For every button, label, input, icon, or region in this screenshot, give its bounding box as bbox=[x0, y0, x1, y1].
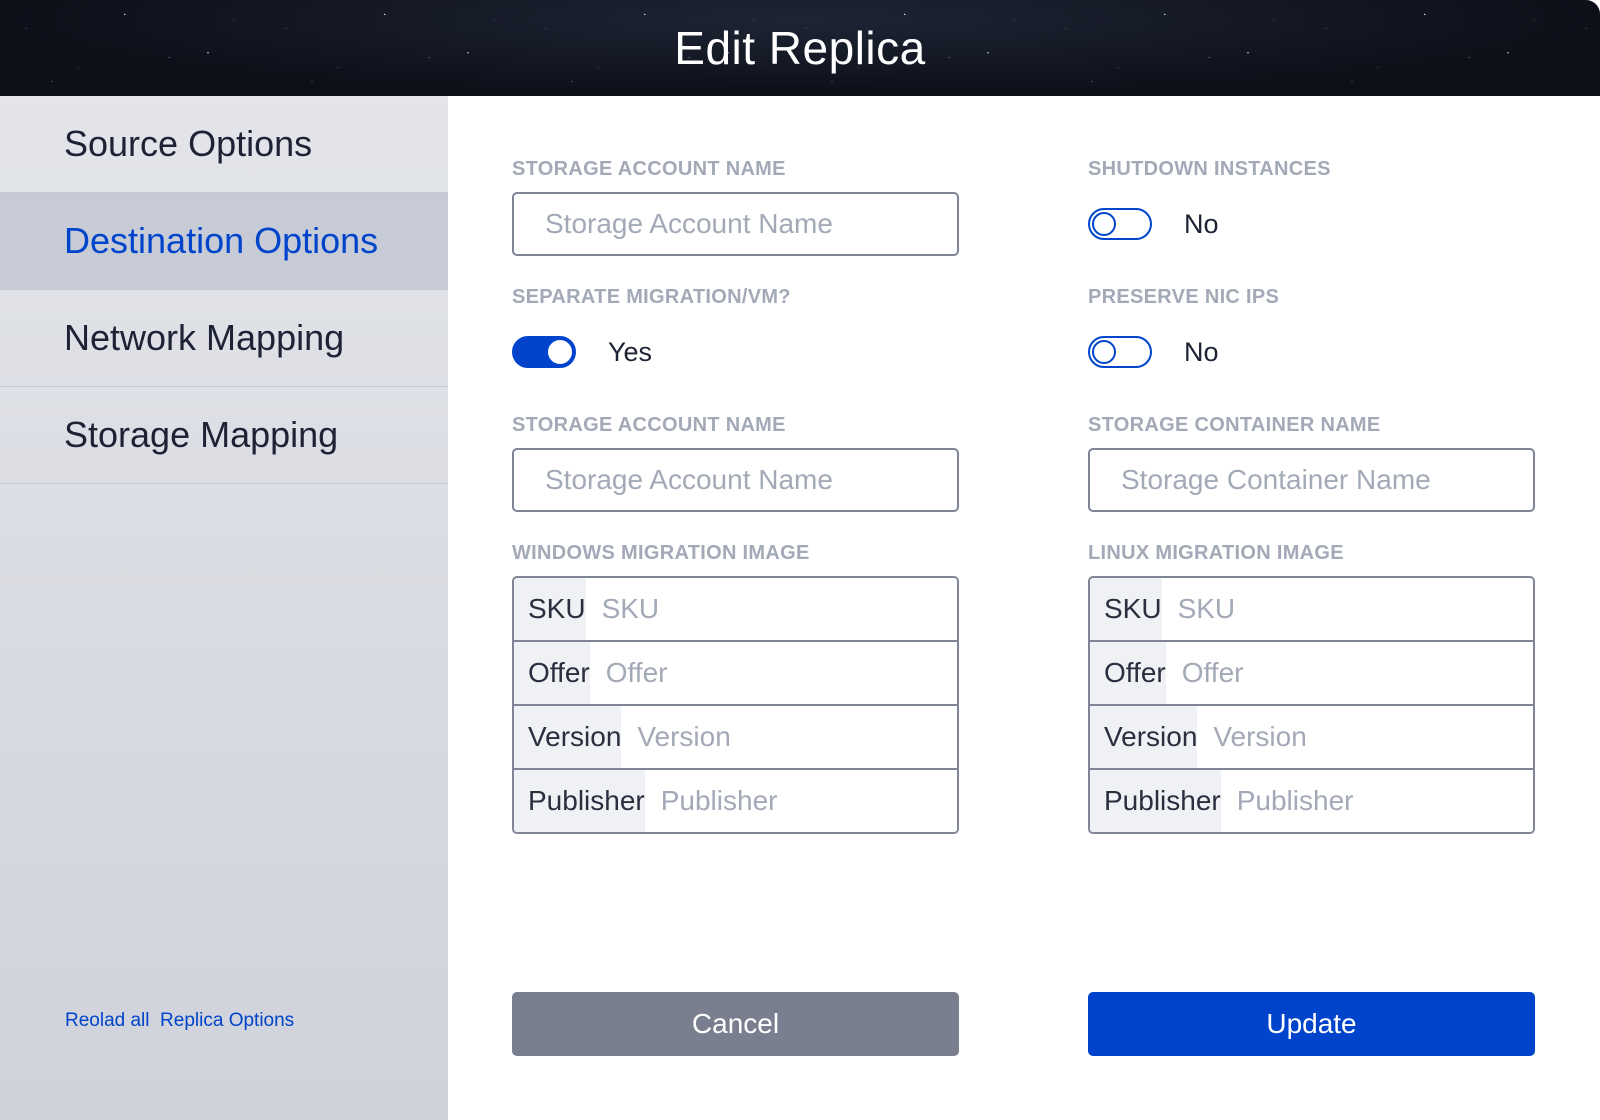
separate-migration-toggle[interactable] bbox=[512, 336, 576, 368]
storage-account-input[interactable] bbox=[512, 192, 959, 256]
shutdown-instances-value: No bbox=[1184, 209, 1219, 239]
storage-account-2-input[interactable] bbox=[512, 448, 959, 512]
preserve-nic-ips-toggle[interactable] bbox=[1088, 336, 1152, 368]
publisher-key: Publisher bbox=[514, 770, 645, 832]
linux-sku-input[interactable] bbox=[1161, 578, 1533, 640]
update-button[interactable]: Update bbox=[1088, 992, 1535, 1056]
preserve-nic-ips-value: No bbox=[1184, 337, 1219, 367]
table-row: Publisher bbox=[514, 770, 957, 832]
windows-version-input[interactable] bbox=[621, 706, 957, 768]
page-title: Edit Replica bbox=[674, 22, 926, 74]
storage-container-input[interactable] bbox=[1088, 448, 1535, 512]
windows-image-table: SKU Offer Version Publisher bbox=[512, 576, 959, 834]
table-row: Version bbox=[1090, 706, 1533, 770]
reload-replica-options-link[interactable]: Reolad all Replica Options bbox=[65, 1010, 294, 1032]
table-row: SKU bbox=[514, 578, 957, 642]
linux-image-table: SKU Offer Version Publisher bbox=[1088, 576, 1535, 834]
linux-version-input[interactable] bbox=[1197, 706, 1533, 768]
offer-key: Offer bbox=[514, 642, 590, 704]
table-row: Offer bbox=[1090, 642, 1533, 706]
header: Edit Replica bbox=[0, 0, 1600, 96]
sidebar-item-storage-mapping[interactable]: Storage Mapping bbox=[0, 387, 448, 484]
storage-container-label: STORAGE CONTAINER NAME bbox=[1088, 414, 1381, 436]
destination-options-form: STORAGE ACCOUNT NAME SHUTDOWN INSTANCES … bbox=[448, 96, 1600, 1120]
sidebar-item-network-mapping[interactable]: Network Mapping bbox=[0, 290, 448, 387]
version-key: Version bbox=[1090, 706, 1198, 768]
windows-image-label: WINDOWS MIGRATION IMAGE bbox=[512, 542, 810, 564]
sidebar-item-destination-options[interactable]: Destination Options bbox=[0, 193, 448, 290]
sku-key: SKU bbox=[514, 578, 586, 640]
separate-migration-label: SEPARATE MIGRATION/VM? bbox=[512, 286, 791, 308]
table-row: Publisher bbox=[1090, 770, 1533, 832]
table-row: Offer bbox=[514, 642, 957, 706]
offer-key: Offer bbox=[1090, 642, 1166, 704]
linux-image-label: LINUX MIGRATION IMAGE bbox=[1088, 542, 1344, 564]
publisher-key: Publisher bbox=[1090, 770, 1221, 832]
linux-publisher-input[interactable] bbox=[1220, 770, 1533, 832]
separate-migration-value: Yes bbox=[608, 337, 653, 367]
version-key: Version bbox=[514, 706, 622, 768]
sidebar-item-source-options[interactable]: Source Options bbox=[0, 96, 448, 193]
sidebar: Source Options Destination Options Netwo… bbox=[0, 96, 448, 1120]
storage-account-2-label: STORAGE ACCOUNT NAME bbox=[512, 414, 786, 436]
sku-key: SKU bbox=[1090, 578, 1162, 640]
storage-account-label: STORAGE ACCOUNT NAME bbox=[512, 158, 786, 180]
shutdown-instances-label: SHUTDOWN INSTANCES bbox=[1088, 158, 1331, 180]
table-row: Version bbox=[514, 706, 957, 770]
preserve-nic-ips-label: PRESERVE NIC IPS bbox=[1088, 286, 1280, 308]
cancel-button[interactable]: Cancel bbox=[512, 992, 959, 1056]
windows-sku-input[interactable] bbox=[585, 578, 957, 640]
linux-offer-input[interactable] bbox=[1165, 642, 1533, 704]
windows-offer-input[interactable] bbox=[589, 642, 957, 704]
shutdown-instances-toggle[interactable] bbox=[1088, 208, 1152, 240]
table-row: SKU bbox=[1090, 578, 1533, 642]
windows-publisher-input[interactable] bbox=[644, 770, 957, 832]
